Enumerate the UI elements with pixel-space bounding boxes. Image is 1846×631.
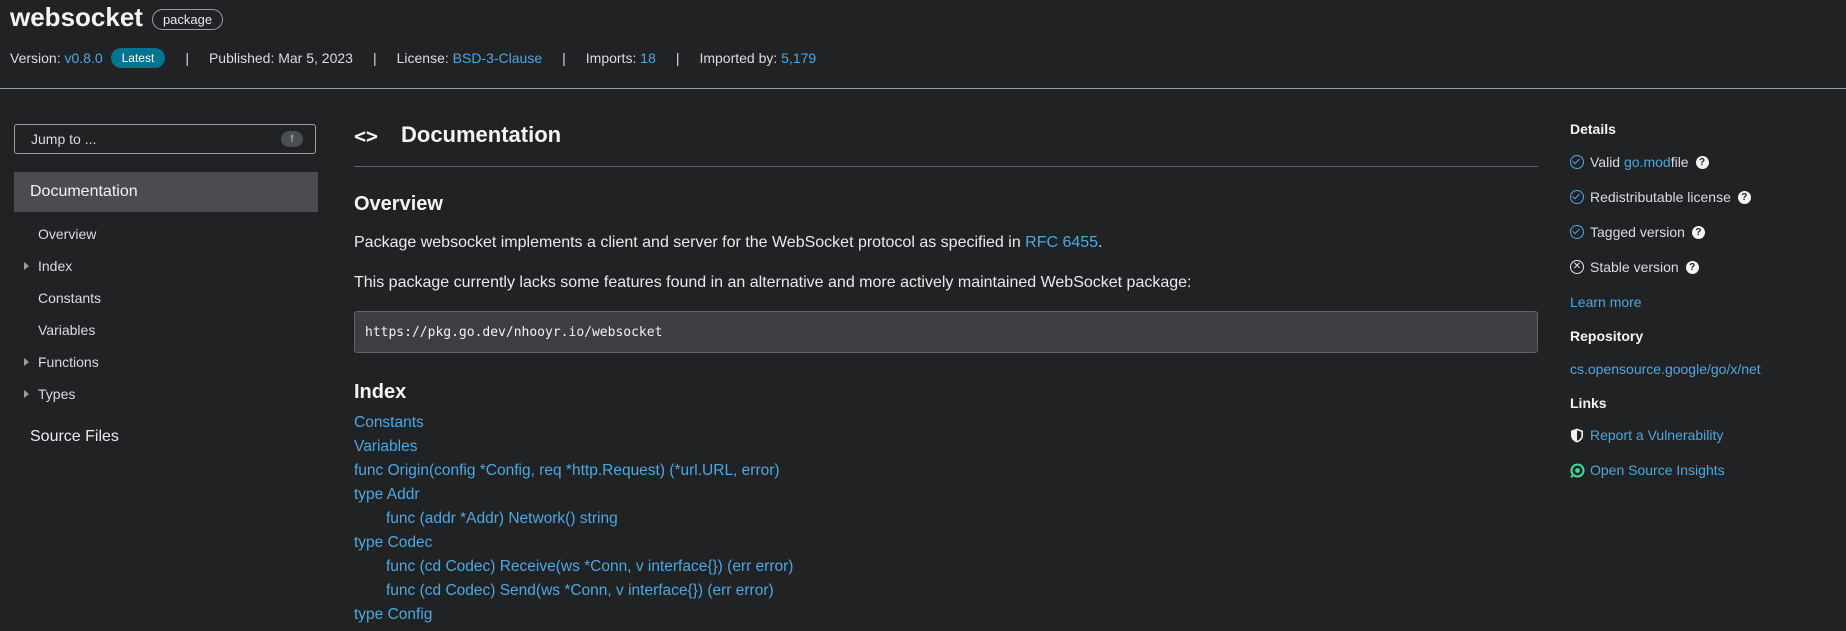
open-source-insights-icon bbox=[1570, 463, 1585, 478]
separator: | bbox=[562, 50, 566, 66]
published-date: Published: Mar 5, 2023 bbox=[208, 50, 353, 66]
valid-prefix: Valid bbox=[1590, 154, 1621, 170]
help-icon[interactable]: ? bbox=[1695, 155, 1709, 169]
stable-version-row: ✕ Stable version ? bbox=[1570, 259, 1699, 275]
package-header: websocket package Version: v0.8.0 Latest… bbox=[0, 0, 1846, 89]
open-source-insights-link[interactable]: Open Source Insights bbox=[1570, 462, 1725, 478]
check-circle-icon bbox=[1570, 155, 1584, 169]
check-circle-icon bbox=[1570, 225, 1584, 239]
separator: | bbox=[185, 50, 189, 66]
report-vulnerability-label: Report a Vulnerability bbox=[1590, 427, 1724, 443]
valid-suffix: file bbox=[1670, 154, 1689, 170]
keyboard-shortcut-badge: f bbox=[281, 131, 303, 147]
package-badge: package bbox=[151, 8, 224, 30]
meta-row: Version: v0.8.0 Latest | Published: Mar … bbox=[10, 48, 816, 68]
tagged-label: Tagged version bbox=[1590, 224, 1685, 240]
details-heading: Details bbox=[1570, 121, 1616, 137]
imports-link[interactable]: 18 bbox=[640, 50, 656, 66]
sidebar-item-variables[interactable]: Variables bbox=[38, 322, 95, 338]
gomod-link[interactable]: go.mod bbox=[1624, 154, 1671, 170]
index-link-codec-receive[interactable]: func (cd Codec) Receive(ws *Conn, v inte… bbox=[386, 558, 793, 576]
sidebar-item-constants[interactable]: Constants bbox=[38, 290, 101, 306]
jump-to-label: Jump to ... bbox=[31, 131, 97, 147]
license-label: License: bbox=[396, 50, 449, 66]
chevron-right-icon[interactable] bbox=[24, 390, 29, 398]
latest-badge: Latest bbox=[110, 48, 166, 68]
open-source-insights-label: Open Source Insights bbox=[1590, 462, 1725, 478]
sidebar-item-types[interactable]: Types bbox=[38, 386, 75, 402]
page-title: Documentation bbox=[401, 122, 562, 147]
sidebar-item-overview[interactable]: Overview bbox=[38, 226, 96, 242]
code-icon: <> bbox=[354, 124, 379, 148]
separator: | bbox=[675, 50, 680, 66]
overview-heading: Overview bbox=[354, 193, 443, 215]
separator: | bbox=[372, 50, 377, 66]
imports-label: Imports: bbox=[585, 50, 637, 66]
code-block: https://pkg.go.dev/nhooyr.io/websocket bbox=[354, 311, 1538, 353]
documentation-header: <> Documentation bbox=[354, 120, 1538, 167]
imported-by-link[interactable]: 5,179 bbox=[781, 50, 816, 66]
index-heading: Index bbox=[354, 381, 407, 403]
index-link-variables[interactable]: Variables bbox=[354, 438, 417, 456]
valid-gomod-row: Valid go.mod file ? bbox=[1570, 154, 1709, 170]
check-circle-icon bbox=[1570, 190, 1584, 204]
package-title: websocket bbox=[10, 2, 143, 32]
index-link-addr-network[interactable]: func (addr *Addr) Network() string bbox=[386, 510, 618, 528]
license-link[interactable]: BSD-3-Clause bbox=[453, 50, 542, 66]
index-link-type-addr[interactable]: type Addr bbox=[354, 486, 420, 504]
title-row: websocket package bbox=[10, 2, 224, 33]
sidebar-item-label: Documentation bbox=[30, 183, 138, 200]
index-link-codec-send[interactable]: func (cd Codec) Send(ws *Conn, v interfa… bbox=[386, 582, 774, 600]
repository-heading: Repository bbox=[1570, 328, 1644, 344]
overview-text-end: . bbox=[1098, 234, 1103, 251]
redistributable-label: Redistributable license bbox=[1590, 189, 1731, 205]
sidebar-item-source-files[interactable]: Source Files bbox=[30, 428, 119, 446]
learn-more-link[interactable]: Learn more bbox=[1570, 294, 1642, 310]
help-icon[interactable]: ? bbox=[1691, 225, 1705, 239]
x-circle-icon: ✕ bbox=[1570, 260, 1584, 274]
sidebar-item-functions[interactable]: Functions bbox=[38, 354, 99, 370]
help-icon[interactable]: ? bbox=[1685, 260, 1699, 274]
overview-paragraph: Package websocket implements a client an… bbox=[354, 234, 1103, 252]
chevron-right-icon[interactable] bbox=[24, 262, 29, 270]
index-link-type-config[interactable]: type Config bbox=[354, 606, 432, 624]
imported-by-label: Imported by: bbox=[699, 50, 778, 66]
index-link-constants[interactable]: Constants bbox=[354, 414, 424, 432]
code-url: https://pkg.go.dev/nhooyr.io/websocket bbox=[365, 324, 663, 340]
redistributable-row: Redistributable license ? bbox=[1570, 189, 1751, 205]
alternative-package-paragraph: This package currently lacks some featur… bbox=[354, 274, 1192, 291]
links-heading: Links bbox=[1570, 395, 1607, 411]
jump-to-button[interactable]: Jump to ... f bbox=[14, 124, 316, 154]
stable-label: Stable version bbox=[1590, 259, 1679, 275]
index-link-func-origin[interactable]: func Origin(config *Config, req *http.Re… bbox=[354, 462, 780, 480]
chevron-right-icon[interactable] bbox=[24, 358, 29, 366]
tagged-version-row: Tagged version ? bbox=[1570, 224, 1705, 240]
rfc-link[interactable]: RFC 6455 bbox=[1025, 234, 1098, 251]
sidebar-item-index[interactable]: Index bbox=[38, 258, 72, 274]
sidebar-item-documentation[interactable]: Documentation bbox=[14, 172, 318, 212]
index-link-type-codec[interactable]: type Codec bbox=[354, 534, 432, 552]
help-icon[interactable]: ? bbox=[1737, 190, 1751, 204]
version-link[interactable]: v0.8.0 bbox=[64, 50, 102, 66]
overview-text: Package websocket implements a client an… bbox=[354, 234, 1026, 251]
shield-icon bbox=[1571, 428, 1583, 442]
report-vulnerability-link[interactable]: Report a Vulnerability bbox=[1570, 427, 1723, 443]
version-label: Version: bbox=[10, 50, 61, 66]
repository-link[interactable]: cs.opensource.google/go/x/net bbox=[1570, 361, 1761, 377]
